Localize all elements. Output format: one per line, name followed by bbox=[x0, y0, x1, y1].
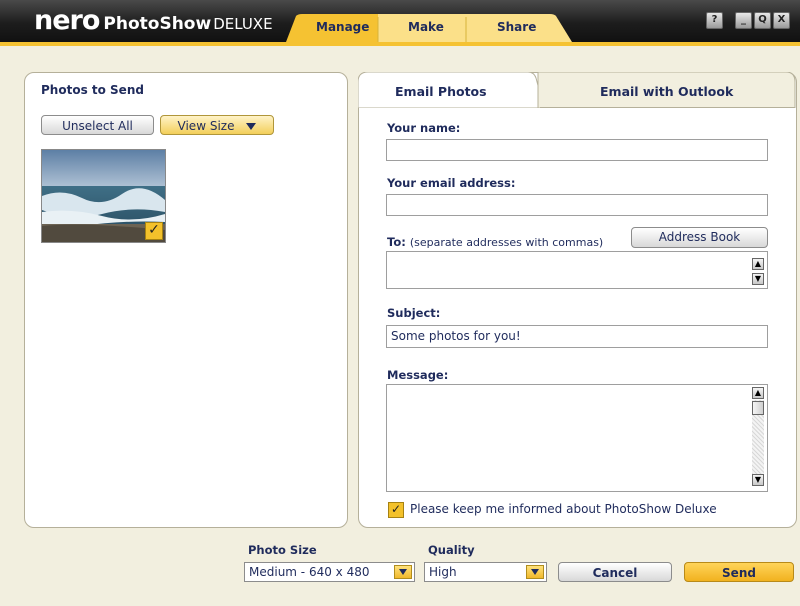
dropdown-arrow-icon bbox=[246, 123, 257, 130]
your-name-input[interactable] bbox=[386, 139, 768, 161]
message-scroll-down-icon[interactable]: ▼ bbox=[752, 474, 764, 486]
your-email-label: Your email address: bbox=[387, 176, 516, 190]
quality-value: High bbox=[429, 565, 457, 579]
tab-share[interactable]: Share bbox=[497, 20, 536, 34]
subject-input[interactable]: Some photos for you! bbox=[386, 325, 768, 348]
logo-nero: nero bbox=[34, 5, 100, 36]
keep-informed-label: Please keep me informed about PhotoShow … bbox=[410, 502, 717, 516]
tab-manage[interactable]: Manage bbox=[316, 20, 369, 34]
unselect-all-button[interactable]: Unselect All bbox=[41, 115, 154, 135]
photo-selected-check-icon[interactable]: ✓ bbox=[145, 222, 163, 240]
minimize-button[interactable]: _ bbox=[735, 12, 752, 29]
photo-size-select[interactable]: Medium - 640 x 480 bbox=[244, 562, 415, 582]
photos-panel bbox=[24, 72, 348, 528]
quality-label: Quality bbox=[428, 543, 475, 557]
title-bar: nero PhotoShow DELUXE Manage Make Share ? … bbox=[0, 0, 800, 42]
message-textarea[interactable] bbox=[386, 384, 768, 492]
app-logo: nero PhotoShow DELUXE bbox=[34, 5, 273, 36]
logo-photoshow: PhotoShow bbox=[103, 14, 212, 34]
to-scroll-down-icon[interactable]: ▼ bbox=[752, 273, 764, 285]
your-email-input[interactable] bbox=[386, 194, 768, 216]
cancel-button[interactable]: Cancel bbox=[558, 562, 672, 582]
logo-deluxe: DELUXE bbox=[213, 15, 273, 33]
view-size-label: View Size bbox=[177, 119, 235, 133]
tab-email-photos[interactable]: Email Photos bbox=[395, 84, 487, 99]
photo-size-dropdown-icon[interactable] bbox=[394, 565, 412, 579]
help-button[interactable]: ? bbox=[706, 12, 723, 29]
send-button[interactable]: Send bbox=[684, 562, 794, 582]
to-scroll-up-icon[interactable]: ▲ bbox=[752, 258, 764, 270]
photos-panel-title: Photos to Send bbox=[41, 83, 144, 97]
message-scroll-up-icon[interactable]: ▲ bbox=[752, 387, 764, 399]
quality-select[interactable]: High bbox=[424, 562, 547, 582]
quality-dropdown-icon[interactable] bbox=[526, 565, 544, 579]
your-name-label: Your name: bbox=[387, 121, 461, 135]
view-size-button[interactable]: View Size bbox=[160, 115, 274, 135]
photo-size-label: Photo Size bbox=[248, 543, 317, 557]
tab-make[interactable]: Make bbox=[408, 20, 444, 34]
to-label: To: (separate addresses with commas) bbox=[387, 235, 603, 249]
keep-informed-checkbox[interactable]: ✓ bbox=[388, 502, 404, 518]
close-button[interactable]: X bbox=[773, 12, 790, 29]
message-scroll-thumb[interactable] bbox=[752, 401, 764, 415]
window-controls: ? _ Q X bbox=[706, 12, 790, 29]
main-nav-tabs: Manage Make Share bbox=[282, 14, 582, 42]
tab-email-with-outlook[interactable]: Email with Outlook bbox=[600, 84, 733, 99]
to-label-text: To: bbox=[387, 235, 406, 249]
photo-size-value: Medium - 640 x 480 bbox=[249, 565, 370, 579]
photo-thumbnail[interactable]: ✓ bbox=[41, 149, 166, 243]
message-label: Message: bbox=[387, 368, 449, 382]
zoom-button[interactable]: Q bbox=[754, 12, 771, 29]
subject-label: Subject: bbox=[387, 306, 441, 320]
address-book-button[interactable]: Address Book bbox=[631, 227, 768, 248]
to-input[interactable] bbox=[386, 251, 768, 289]
to-hint: (separate addresses with commas) bbox=[409, 236, 604, 249]
